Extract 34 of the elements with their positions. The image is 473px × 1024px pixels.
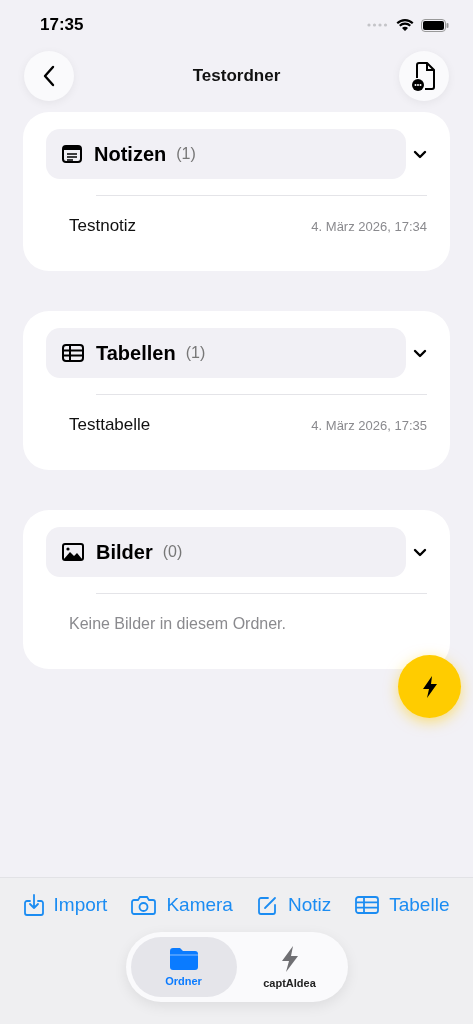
section-header[interactable]: Tabellen (1)	[46, 328, 406, 378]
bolt-icon	[420, 674, 439, 699]
list-item[interactable]: Testtabelle 4. März 2026, 17:35	[46, 395, 427, 455]
item-date: 4. März 2026, 17:35	[311, 417, 427, 433]
camera-icon	[131, 895, 157, 915]
document-more-icon	[411, 61, 437, 91]
photo-icon	[62, 543, 84, 561]
wifi-icon	[396, 18, 414, 32]
status-time: 17:35	[40, 15, 84, 35]
item-name: Testtabelle	[69, 415, 151, 435]
table-icon	[355, 896, 380, 914]
bolt-icon	[279, 945, 300, 973]
table-icon	[62, 344, 84, 362]
compose-icon	[256, 894, 278, 916]
chevron-icon[interactable]	[413, 149, 427, 159]
item-name: Testnotiz	[69, 216, 137, 236]
chevron-icon[interactable]	[413, 348, 427, 358]
note-icon	[62, 145, 82, 163]
chevron-icon[interactable]	[413, 547, 427, 557]
section-header[interactable]: Bilder (0)	[46, 527, 406, 577]
download-tray-icon	[23, 894, 44, 916]
document-options-button[interactable]	[399, 51, 449, 101]
tab[interactable]: captAIdea	[236, 937, 343, 997]
item-date: 4. März 2026, 17:34	[311, 218, 427, 234]
section-header[interactable]: Notizen (1)	[46, 129, 406, 179]
nav-title: Testordner	[192, 66, 281, 86]
quick-action-button[interactable]	[398, 655, 461, 718]
folder-icon	[168, 947, 199, 971]
signal-icon	[367, 22, 389, 28]
list-item[interactable]: Testnotiz 4. März 2026, 17:34	[46, 196, 427, 256]
chevron-left-icon	[42, 65, 56, 87]
empty-message: Keine Bilder in diesem Ordner.	[69, 615, 286, 633]
battery-icon	[421, 18, 449, 32]
back-button[interactable]	[24, 51, 74, 101]
